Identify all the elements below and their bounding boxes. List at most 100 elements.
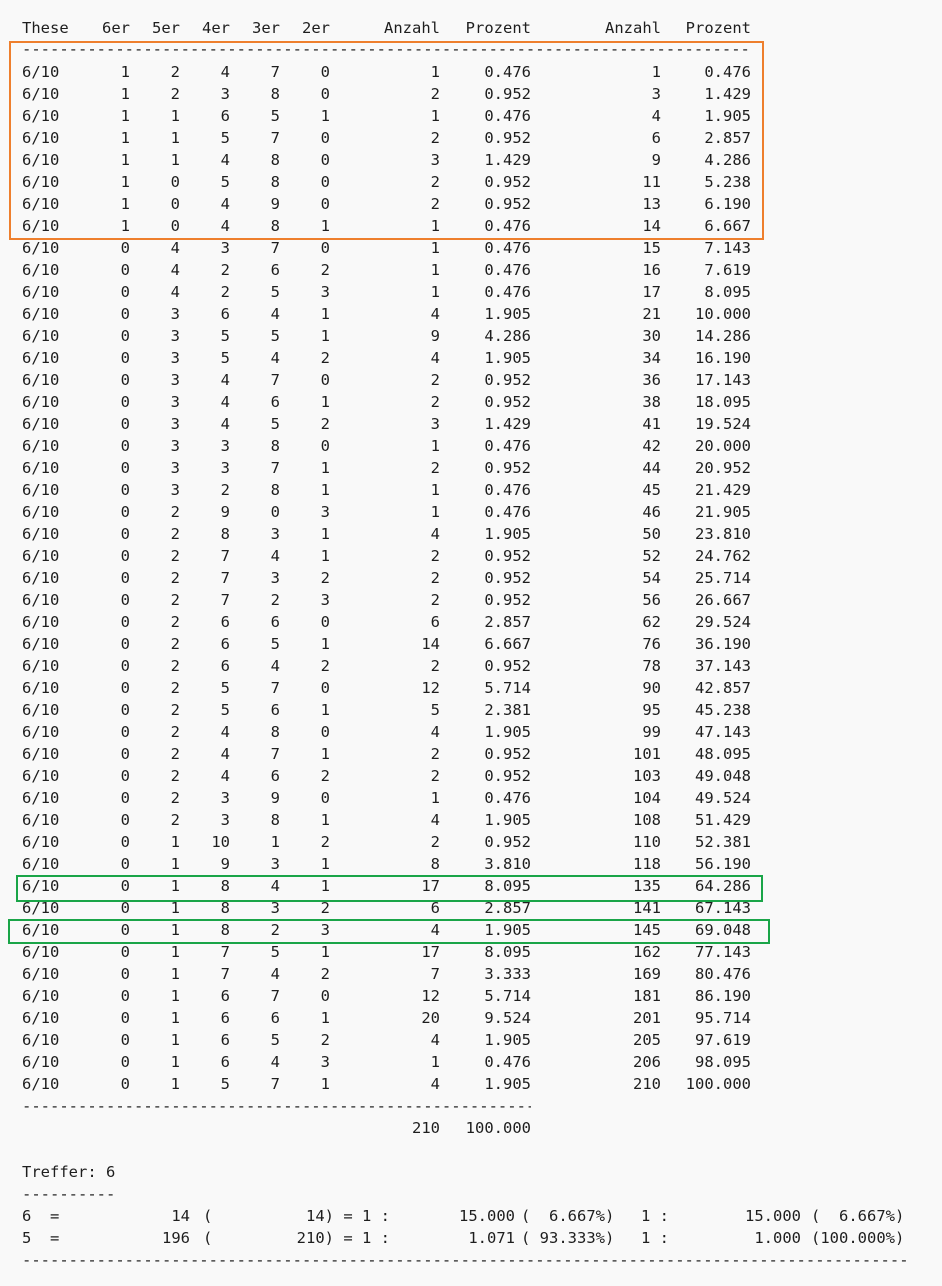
table-row: 6/10 0 2 9 0 3 1 0.476 46 21.905	[0, 501, 942, 523]
cell-4er: 5	[220, 679, 230, 697]
cell-4er: 7	[220, 965, 230, 983]
cell-prozent: 1.905	[484, 1075, 531, 1093]
cell-prozent: 1.905	[484, 349, 531, 367]
treffer-label: Treffer: 6	[22, 1163, 116, 1181]
cell-5er: 3	[170, 459, 180, 477]
cell-5er: 2	[170, 679, 180, 697]
cell-6er: 0	[120, 437, 130, 455]
cell-prozent: 0.952	[484, 173, 531, 191]
cell-3er: 5	[270, 327, 280, 345]
table-row: 6/10 0 2 5 7 0 12 5.714 90 42.857	[0, 677, 942, 699]
cell-anzahl-cum: 101	[633, 745, 661, 763]
table-row: 6/10 0 2 7 3 2 2 0.952 54 25.714	[0, 567, 942, 589]
cell-anzahl: 2	[430, 657, 440, 675]
cell-anzahl-cum: 15	[642, 239, 661, 257]
cell-prozent-cum: 4.286	[704, 151, 751, 169]
cell-6er: 1	[120, 107, 130, 125]
cell-these: 6/10	[22, 547, 60, 565]
cell-these: 6/10	[22, 305, 60, 323]
cell-prozent-cum: 20.952	[695, 459, 751, 477]
header-4er: 4er	[202, 19, 230, 37]
table-row: 6/10 0 2 5 6 1 5 2.381 95 45.238	[0, 699, 942, 721]
cell-prozent-cum: 23.810	[695, 525, 751, 543]
cell-5er: 1	[170, 1075, 180, 1093]
cell-2er: 1	[320, 393, 330, 411]
cell-anzahl: 9	[430, 327, 440, 345]
cell-anzahl: 4	[430, 921, 440, 939]
cell-prozent: 1.905	[484, 525, 531, 543]
cell-anzahl: 4	[430, 305, 440, 323]
cell-6er: 0	[120, 635, 130, 653]
cell-prozent-cum: 36.190	[695, 635, 751, 653]
cell-2er: 2	[320, 657, 330, 675]
cell-prozent-cum: 42.857	[695, 679, 751, 697]
cell-these: 6/10	[22, 415, 60, 433]
summary-pct2: (100.000%)	[811, 1229, 905, 1247]
table-row: 6/10 0 3 4 6 1 2 0.952 38 18.095	[0, 391, 942, 413]
cell-3er: 8	[270, 173, 280, 191]
table-row: 6/10 0 4 2 5 3 1 0.476 17 8.095	[0, 281, 942, 303]
cell-6er: 0	[120, 745, 130, 763]
cell-2er: 3	[320, 921, 330, 939]
cell-these: 6/10	[22, 811, 60, 829]
cell-4er: 5	[220, 327, 230, 345]
table-row: 6/10 0 1 8 3 2 6 2.857 141 67.143	[0, 897, 942, 919]
cell-anzahl-cum: 4	[651, 107, 661, 125]
cell-prozent: 0.952	[484, 591, 531, 609]
cell-prozent: 0.952	[484, 569, 531, 587]
table-row: 6/10 1 0 4 8 1 1 0.476 14 6.667	[0, 215, 942, 237]
cell-prozent: 0.952	[484, 129, 531, 147]
cell-2er: 1	[320, 459, 330, 477]
cell-5er: 2	[170, 85, 180, 103]
cell-anzahl: 1	[430, 283, 440, 301]
cell-anzahl: 1	[430, 503, 440, 521]
cell-4er: 3	[220, 85, 230, 103]
cell-prozent-cum: 97.619	[695, 1031, 751, 1049]
cell-prozent-cum: 51.429	[695, 811, 751, 829]
cell-5er: 1	[170, 1009, 180, 1027]
cell-6er: 1	[120, 63, 130, 81]
cell-prozent-cum: 25.714	[695, 569, 751, 587]
summary-pct: ( 6.667%)	[521, 1207, 615, 1225]
cell-5er: 3	[170, 305, 180, 323]
cell-3er: 2	[270, 591, 280, 609]
cell-3er: 4	[270, 877, 280, 895]
cell-5er: 3	[170, 437, 180, 455]
cell-2er: 2	[320, 965, 330, 983]
table-row: 6/10 0 3 2 8 1 1 0.476 45 21.429	[0, 479, 942, 501]
cell-these: 6/10	[22, 701, 60, 719]
cell-prozent-cum: 5.238	[704, 173, 751, 191]
cell-anzahl: 2	[430, 547, 440, 565]
cell-3er: 7	[270, 371, 280, 389]
cell-3er: 6	[270, 261, 280, 279]
cell-anzahl: 2	[430, 371, 440, 389]
cell-3er: 8	[270, 217, 280, 235]
cell-anzahl-cum: 3	[651, 85, 661, 103]
table-row: 6/10 0 2 4 7 1 2 0.952 101 48.095	[0, 743, 942, 765]
total-anzahl: 210	[412, 1119, 440, 1137]
table-row: 6/10 1 0 5 8 0 2 0.952 11 5.238	[0, 171, 942, 193]
cell-anzahl-cum: 210	[633, 1075, 661, 1093]
cell-prozent-cum: 21.429	[695, 481, 751, 499]
cell-3er: 2	[270, 921, 280, 939]
cell-prozent-cum: 1.429	[704, 85, 751, 103]
cell-3er: 4	[270, 349, 280, 367]
treffer-underline: ----------	[22, 1185, 116, 1203]
cell-4er: 4	[220, 415, 230, 433]
cell-prozent-cum: 14.286	[695, 327, 751, 345]
cell-5er: 1	[170, 855, 180, 873]
cell-5er: 2	[170, 701, 180, 719]
cell-these: 6/10	[22, 151, 60, 169]
cell-these: 6/10	[22, 679, 60, 697]
cell-these: 6/10	[22, 789, 60, 807]
cell-6er: 0	[120, 393, 130, 411]
cell-2er: 3	[320, 503, 330, 521]
cell-prozent: 0.952	[484, 85, 531, 103]
cell-anzahl: 7	[430, 965, 440, 983]
cell-4er: 6	[220, 613, 230, 631]
cell-5er: 2	[170, 745, 180, 763]
cell-3er: 7	[270, 239, 280, 257]
cell-6er: 0	[120, 833, 130, 851]
cell-prozent: 0.952	[484, 767, 531, 785]
cell-anzahl: 2	[430, 173, 440, 191]
